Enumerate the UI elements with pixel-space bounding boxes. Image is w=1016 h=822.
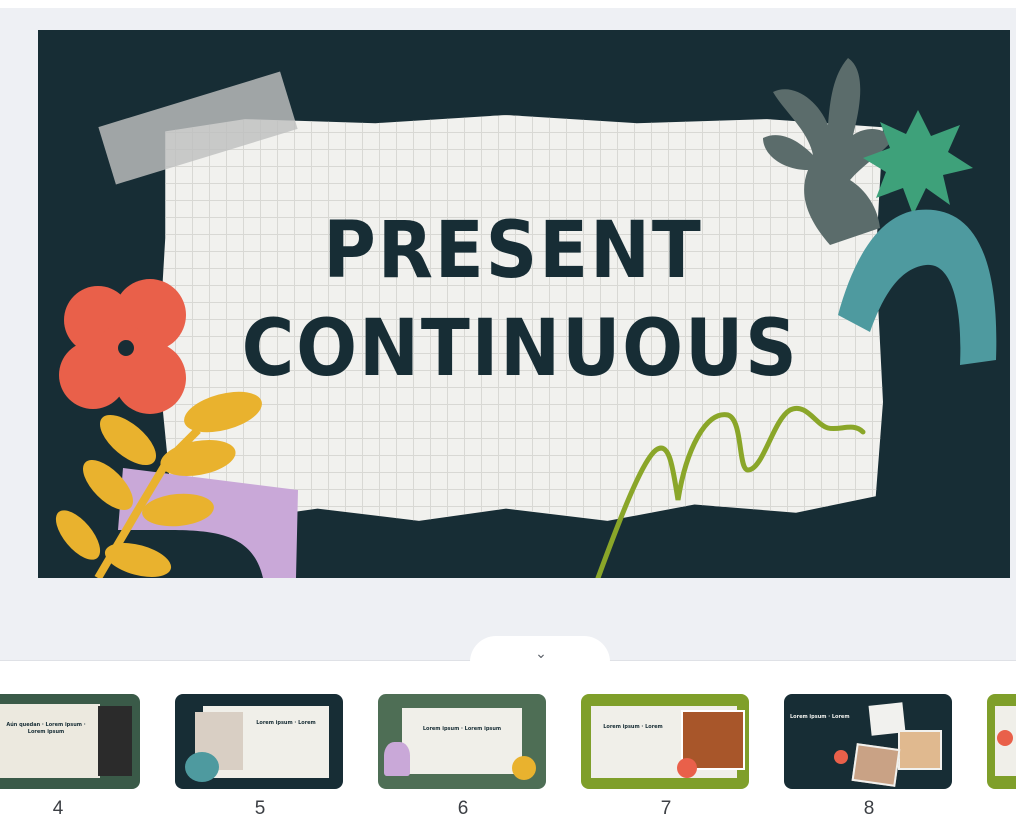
thumbnail-number: 8 [863, 798, 875, 819]
thumbnail-page-6[interactable]: Lorem ipsum · Lorem ipsum [378, 694, 546, 789]
title-line-2: CONTINUOUS [241, 304, 799, 394]
slide-title: PRESENT CONTINUOUS [241, 202, 799, 398]
thumbnail-page-5[interactable]: Lorem ipsum · Lorem [175, 694, 343, 789]
thumbnail-number: 5 [254, 798, 266, 819]
olive-squiggle [595, 405, 866, 578]
page-thumbnail-strip[interactable]: Aún quedan · Lorem ipsum · Lorem ipsum 4… [0, 690, 1016, 822]
thumbnail-page-7[interactable]: Lorem ipsum · Lorem [581, 694, 749, 789]
red-flower [59, 279, 186, 414]
yellow-leaf-branch [55, 391, 262, 578]
thumbnail-page-9[interactable] [987, 694, 1016, 789]
chevron-down-icon[interactable]: ⌄ [528, 645, 554, 663]
editor-top-edge [0, 0, 1016, 8]
thumbnail-number: 6 [457, 798, 469, 819]
green-starburst [863, 110, 973, 215]
thumbnail-number: 4 [52, 798, 64, 819]
thumbnail-page-8[interactable]: Lorem ipsum · Lorem [784, 694, 952, 789]
thumbnail-number: 7 [660, 798, 672, 819]
title-line-1: PRESENT [323, 206, 703, 296]
thumbnail-page-4[interactable]: Aún quedan · Lorem ipsum · Lorem ipsum [0, 694, 140, 789]
main-slide[interactable]: PRESENT CONTINUOUS [38, 30, 1010, 578]
